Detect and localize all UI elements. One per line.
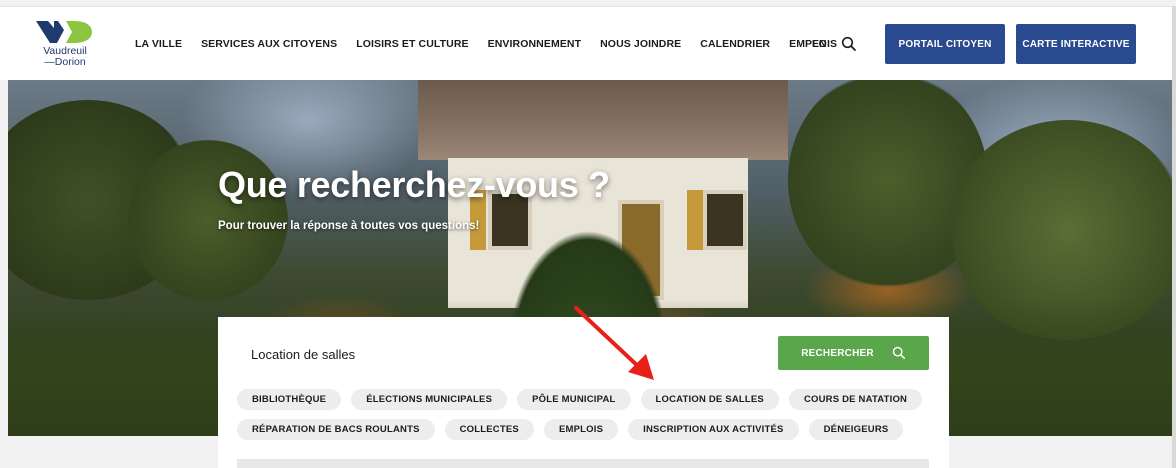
chip-row-1: BIBLIOTHÈQUE ÉLECTIONS MUNICIPALES PÔLE … [237, 389, 937, 410]
nav-loisirs-et-culture[interactable]: LOISIRS ET CULTURE [356, 38, 468, 50]
nav-la-ville[interactable]: LA VILLE [135, 38, 182, 50]
house-window [703, 190, 747, 250]
hero-subtitle: Pour trouver la réponse à toutes vos que… [218, 220, 480, 232]
logo-text-line2: —Dorion [44, 56, 86, 68]
nav-services-aux-citoyens[interactable]: SERVICES AUX CITOYENS [201, 38, 337, 50]
page: Vaudreuil —Dorion LA VILLE SERVICES AUX … [0, 0, 1176, 468]
main-nav: LA VILLE SERVICES AUX CITOYENS LOISIRS E… [135, 38, 856, 50]
chip-deneigeurs[interactable]: DÉNEIGEURS [808, 419, 904, 440]
house-roof [418, 80, 788, 160]
chip-collectes[interactable]: COLLECTES [444, 419, 534, 440]
search-input[interactable]: Location de salles [251, 347, 355, 362]
chip-elections-municipales[interactable]: ÉLECTIONS MUNICIPALES [351, 389, 508, 410]
chip-reparation-bacs-roulants[interactable]: RÉPARATION DE BACS ROULANTS [237, 419, 435, 440]
rechercher-button[interactable]: RECHERCHER [778, 336, 929, 370]
site-header: Vaudreuil —Dorion LA VILLE SERVICES AUX … [0, 6, 1176, 80]
nav-nous-joindre[interactable]: NOUS JOINDRE [600, 38, 681, 50]
house-shutter [687, 190, 703, 250]
hero-title: Que recherchez-vous ? [218, 164, 610, 205]
chip-pole-municipal[interactable]: PÔLE MUNICIPAL [517, 389, 631, 410]
portail-citoyen-button[interactable]: PORTAIL CITOYEN [885, 24, 1005, 64]
suggestion-chips: BIBLIOTHÈQUE ÉLECTIONS MUNICIPALES PÔLE … [237, 389, 937, 449]
chip-location-de-salles[interactable]: LOCATION DE SALLES [640, 389, 779, 410]
chip-row-2: RÉPARATION DE BACS ROULANTS COLLECTES EM… [237, 419, 937, 440]
chip-inscription-activites[interactable]: INSCRIPTION AUX ACTIVITÉS [628, 419, 799, 440]
logo-mark-icon [36, 21, 92, 43]
chip-emplois[interactable]: EMPLOIS [543, 419, 619, 440]
logo-text: Vaudreuil —Dorion [30, 46, 100, 68]
scrollbar-edge [1172, 6, 1176, 468]
nav-calendrier[interactable]: CALENDRIER [700, 38, 770, 50]
nav-environnement[interactable]: ENVIRONNEMENT [488, 38, 581, 50]
vaudreuil-dorion-logo[interactable]: Vaudreuil —Dorion [30, 19, 100, 71]
chip-bibliotheque[interactable]: BIBLIOTHÈQUE [237, 389, 342, 410]
search-icon[interactable] [841, 36, 857, 52]
rechercher-label: RECHERCHER [801, 347, 874, 359]
carte-interactive-button[interactable]: CARTE INTERACTIVE [1016, 24, 1136, 64]
red-arrow-icon [574, 306, 654, 380]
search-icon [892, 346, 905, 360]
language-switch[interactable]: EN [812, 38, 827, 50]
chip-cours-de-natation[interactable]: COURS DE NATATION [788, 389, 923, 410]
results-area [237, 459, 929, 468]
